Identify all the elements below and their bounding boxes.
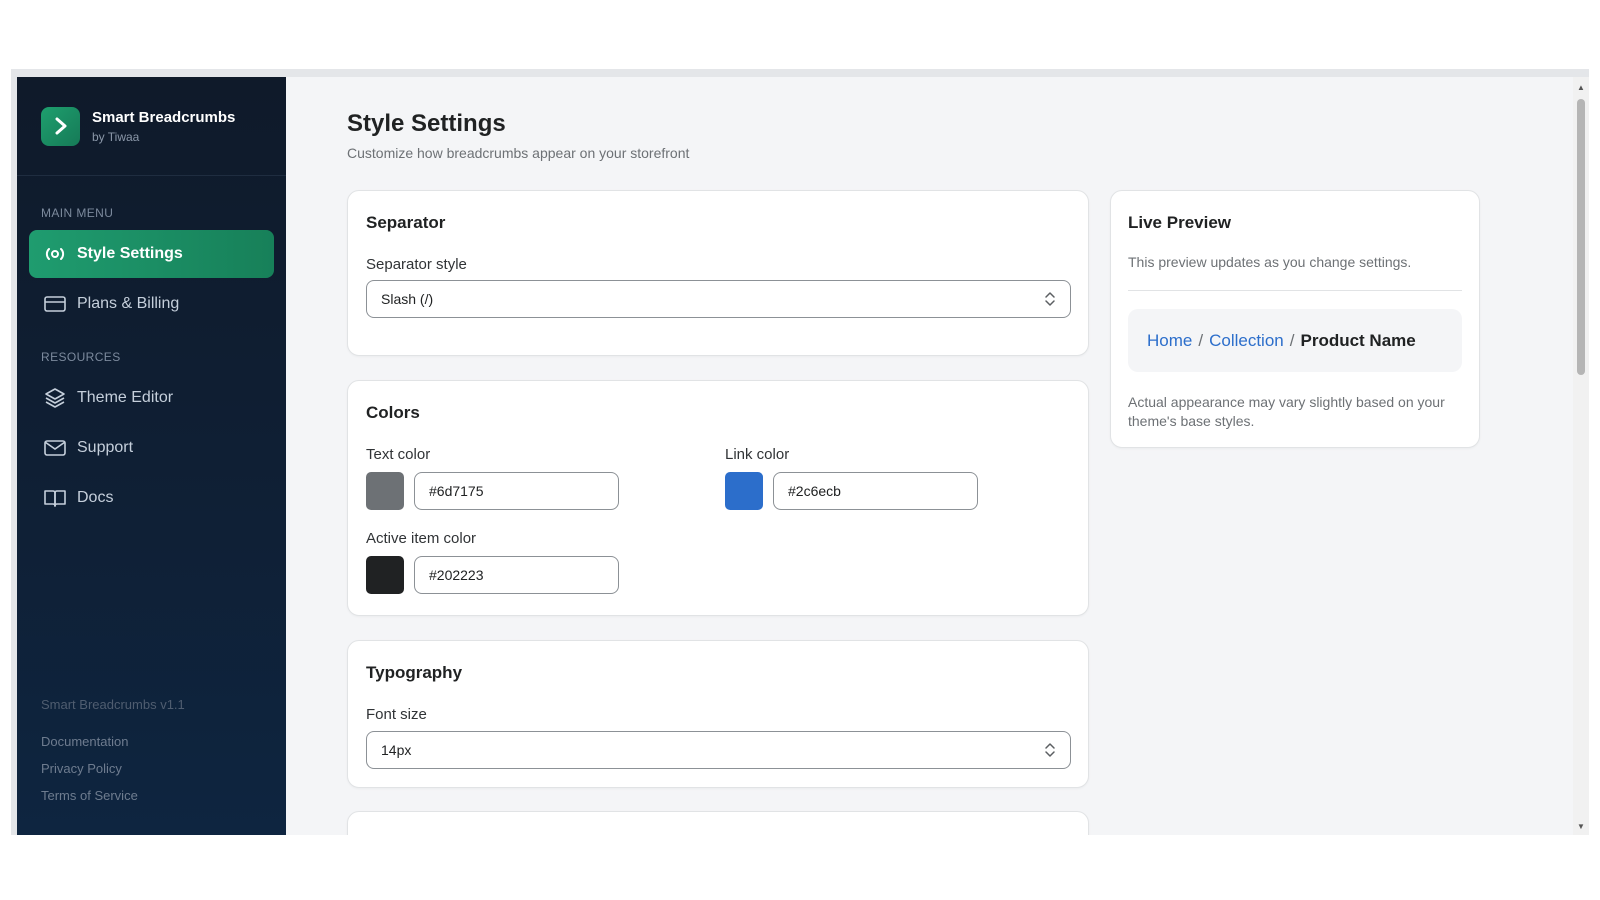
documentation-link[interactable]: Documentation xyxy=(41,734,185,749)
text-color-input[interactable]: #6d7175 xyxy=(414,472,619,510)
active-color-swatch[interactable] xyxy=(366,556,404,594)
main-menu-label: MAIN MENU xyxy=(41,206,114,220)
separator-style-select[interactable]: Slash (/) xyxy=(366,280,1071,318)
breadcrumb-home-link[interactable]: Home xyxy=(1147,331,1192,351)
select-chevron-icon xyxy=(1044,290,1056,311)
sidebar-item-label: Docs xyxy=(77,489,114,506)
link-color-label: Link color xyxy=(725,446,790,463)
sidebar-item-label: Plans & Billing xyxy=(77,295,180,312)
breadcrumb-separator: / xyxy=(1289,330,1295,350)
active-color-input[interactable]: #202223 xyxy=(414,556,619,594)
sidebar-item-theme-editor[interactable]: Theme Editor xyxy=(29,374,274,422)
next-card-partial xyxy=(347,811,1089,835)
app-shell: Smart Breadcrumbs by Tiwaa MAIN MENU Sty… xyxy=(17,77,1589,835)
brand-header: Smart Breadcrumbs by Tiwaa xyxy=(17,77,286,176)
divider xyxy=(1128,290,1462,291)
resources-label: RESOURCES xyxy=(41,350,121,364)
page-scrollbar[interactable]: ▲ ▼ xyxy=(1573,77,1589,835)
text-color-swatch[interactable] xyxy=(366,472,404,510)
sidebar-item-plans-billing[interactable]: Plans & Billing xyxy=(29,280,274,328)
terms-of-service-link[interactable]: Terms of Service xyxy=(41,788,185,803)
text-color-label: Text color xyxy=(366,446,431,463)
scroll-up-arrow-icon[interactable]: ▲ xyxy=(1577,83,1585,92)
sidebar: Smart Breadcrumbs by Tiwaa MAIN MENU Sty… xyxy=(17,77,286,835)
sidebar-item-label: Style Settings xyxy=(77,245,183,262)
page-subtitle: Customize how breadcrumbs appear on your… xyxy=(347,145,690,161)
font-size-select[interactable]: 14px xyxy=(366,731,1071,769)
version-text: Smart Breadcrumbs v1.1 xyxy=(41,697,185,712)
layers-icon xyxy=(43,386,67,410)
typography-card-title: Typography xyxy=(366,663,463,682)
live-preview-title: Live Preview xyxy=(1128,213,1232,232)
select-chevron-icon xyxy=(1044,741,1056,762)
link-color-input[interactable]: #2c6ecb xyxy=(773,472,978,510)
credit-card-icon xyxy=(43,292,67,316)
font-size-value: 14px xyxy=(381,742,412,758)
breadcrumb-separator: / xyxy=(1198,330,1204,350)
settings-icon xyxy=(43,242,67,266)
colors-card: Colors Text color #6d7175 Link color #2c… xyxy=(347,380,1089,616)
brand-title: Smart Breadcrumbs xyxy=(92,108,236,126)
separator-card: Separator Separator style Slash (/) xyxy=(347,190,1089,356)
mail-icon xyxy=(43,436,67,460)
sidebar-footer: Smart Breadcrumbs v1.1 Documentation Pri… xyxy=(41,697,185,815)
browser-viewport: Smart Breadcrumbs by Tiwaa MAIN MENU Sty… xyxy=(11,69,1589,835)
main-content: Style Settings Customize how breadcrumbs… xyxy=(286,77,1589,835)
sidebar-item-label: Theme Editor xyxy=(77,389,174,406)
live-preview-description: This preview updates as you change setti… xyxy=(1128,254,1412,270)
separator-style-value: Slash (/) xyxy=(381,291,434,307)
font-size-label: Font size xyxy=(366,706,427,723)
page-title: Style Settings xyxy=(347,110,506,137)
scroll-down-arrow-icon[interactable]: ▼ xyxy=(1577,822,1585,831)
breadcrumb-active-item: Product Name xyxy=(1300,330,1416,350)
link-color-swatch[interactable] xyxy=(725,472,763,510)
typography-card: Typography Font size 14px xyxy=(347,640,1089,788)
sidebar-item-support[interactable]: Support xyxy=(29,424,274,472)
sidebar-item-docs[interactable]: Docs xyxy=(29,474,274,522)
breadcrumb-preview: Home / Collection / Product Name xyxy=(1128,309,1462,372)
preview-note: Actual appearance may vary slightly base… xyxy=(1128,394,1445,429)
scrollbar-thumb[interactable] xyxy=(1577,99,1585,375)
book-icon xyxy=(43,486,67,510)
privacy-policy-link[interactable]: Privacy Policy xyxy=(41,761,185,776)
logo-chevron-icon xyxy=(41,106,80,146)
sidebar-item-style-settings[interactable]: Style Settings xyxy=(29,230,274,278)
separator-style-label: Separator style xyxy=(366,256,467,273)
separator-card-title: Separator xyxy=(366,213,446,232)
sidebar-item-label: Support xyxy=(77,439,134,456)
live-preview-card: Live Preview This preview updates as you… xyxy=(1110,190,1480,448)
colors-card-title: Colors xyxy=(366,403,420,422)
active-color-label: Active item color xyxy=(366,530,477,547)
brand-subtitle: by Tiwaa xyxy=(92,129,140,144)
breadcrumb-collection-link[interactable]: Collection xyxy=(1209,331,1284,351)
